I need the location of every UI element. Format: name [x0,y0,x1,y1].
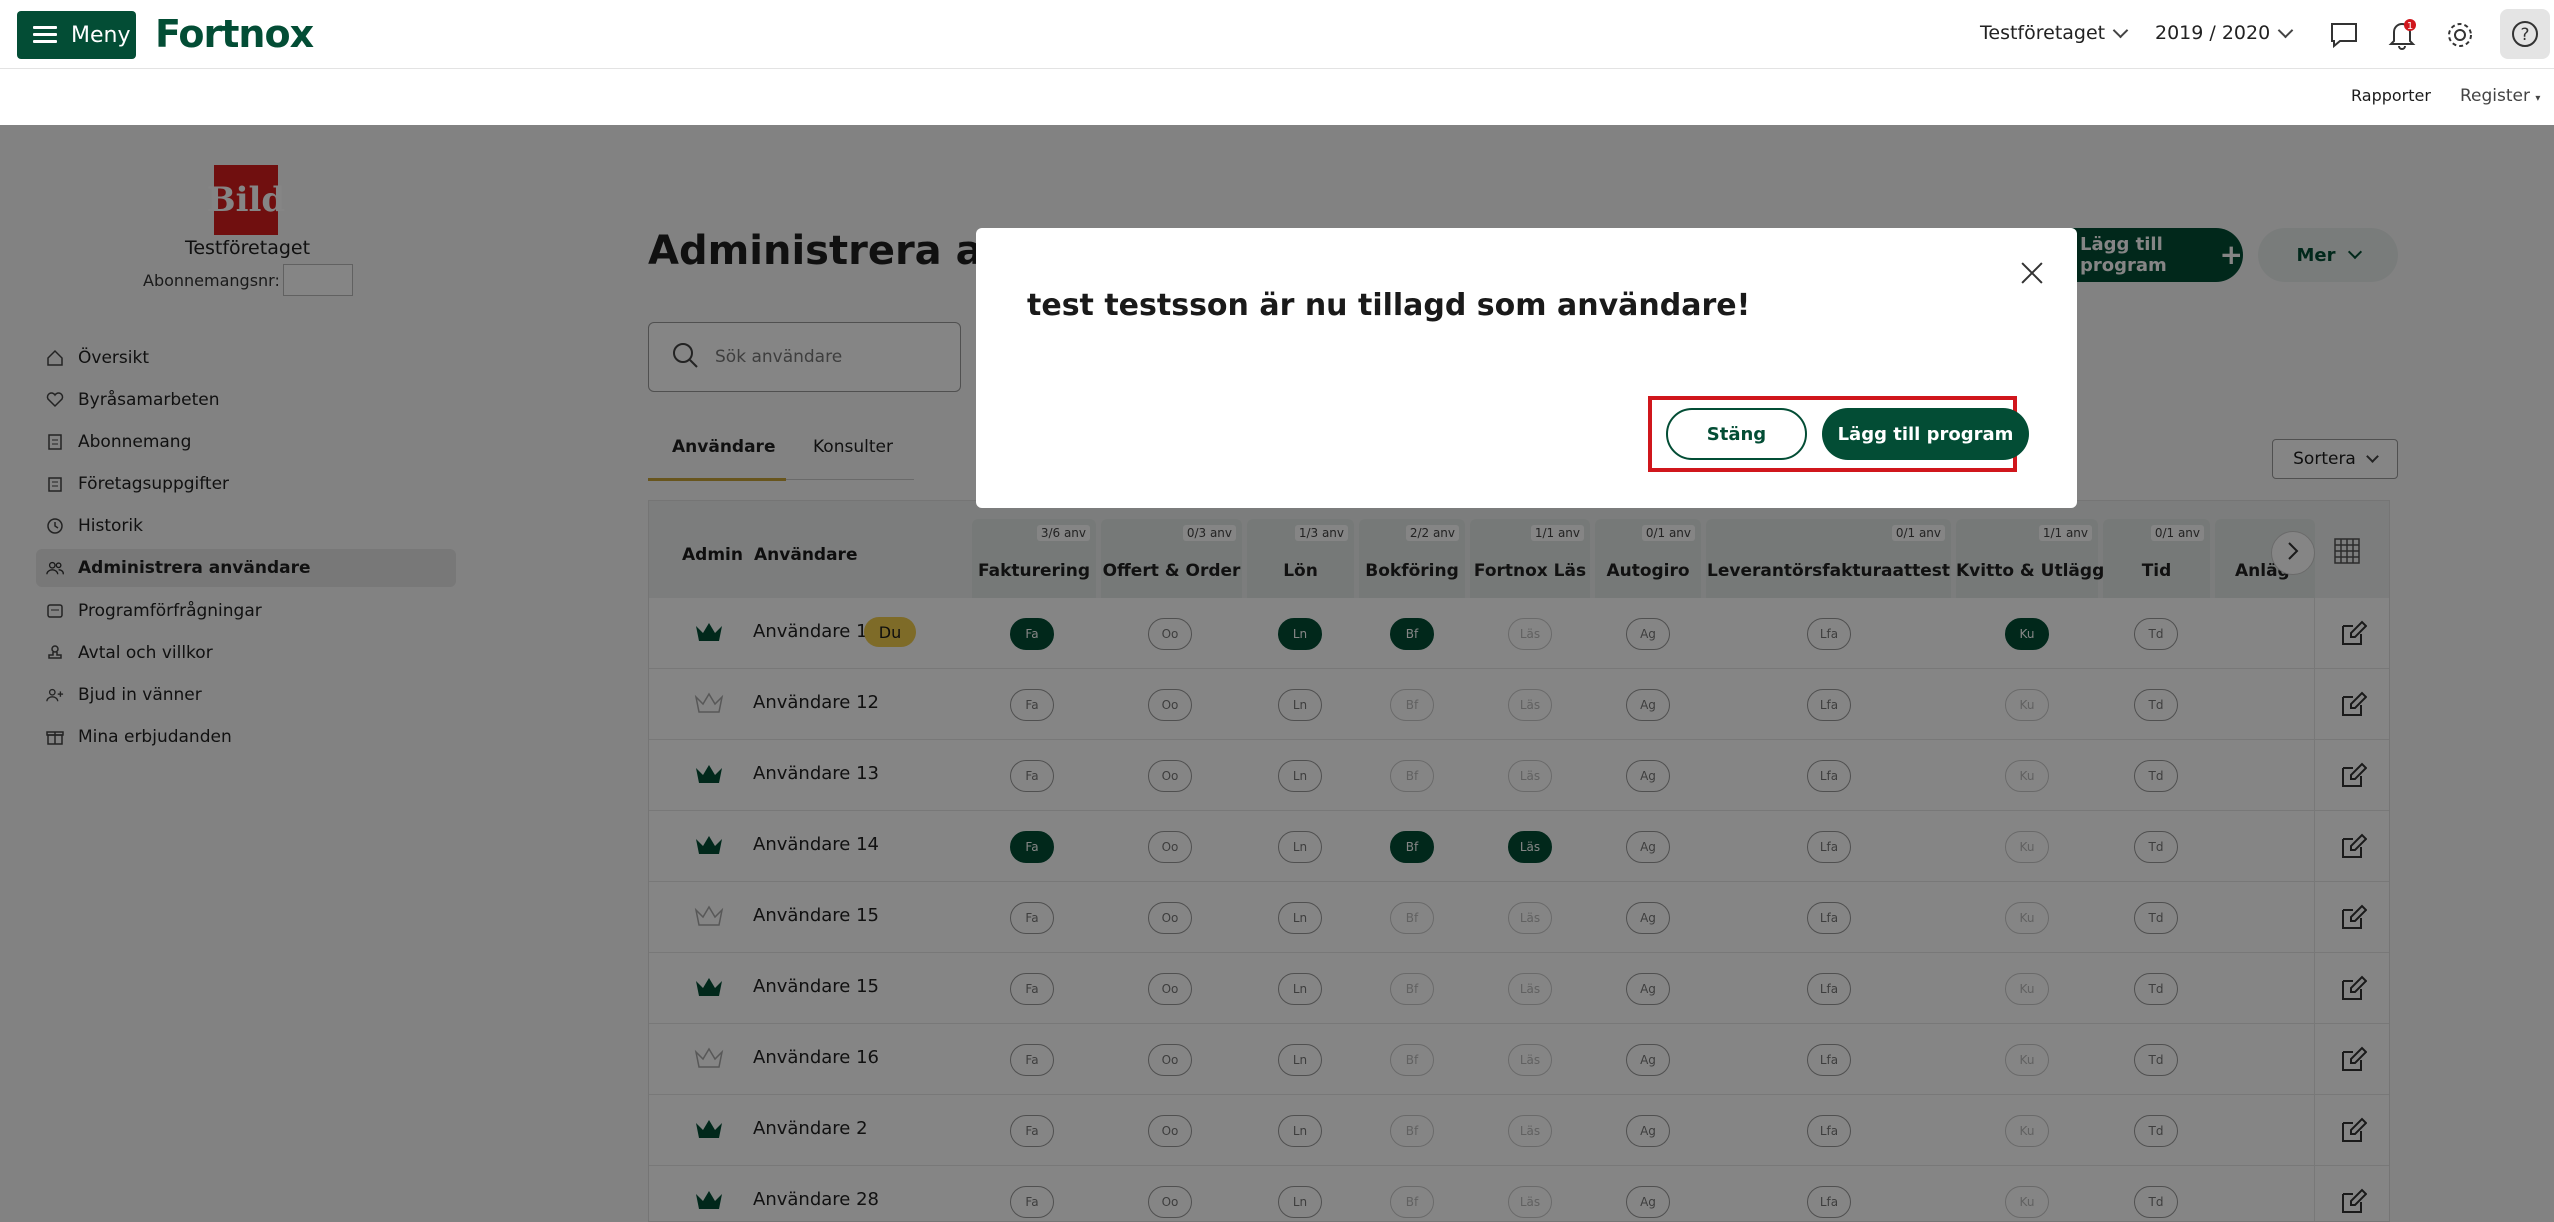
close-button[interactable]: Stäng [1666,408,1807,460]
menu-button-label: Meny [71,22,131,48]
reports-link[interactable]: Rapporter [2351,86,2431,105]
notification-count: 1 [2407,21,2413,32]
chevron-down-icon [2112,22,2129,38]
top-bar: Meny Fortnox Testföretaget 2019 / 2020 1… [0,0,2554,69]
bell-icon[interactable]: 1 [2384,17,2420,53]
fortnox-logo[interactable]: Fortnox [155,12,314,56]
dialog-message: test testsson är nu tillagd som användar… [1027,288,1751,323]
chevron-down-icon [2277,22,2294,38]
svg-text:?: ? [2520,25,2529,45]
hamburger-icon [33,26,57,44]
help-icon[interactable]: ? [2500,9,2550,59]
chat-icon[interactable] [2326,17,2362,53]
success-dialog: test testsson är nu tillagd som användar… [976,228,2077,508]
add-program-dialog-button[interactable]: Lägg till program [1822,408,2029,460]
gear-icon[interactable] [2442,17,2478,53]
year-selector[interactable]: 2019 / 2020 [2155,22,2294,44]
close-icon[interactable] [2020,261,2044,285]
sub-navigation [0,70,2554,125]
year-selector-label: 2019 / 2020 [2155,22,2271,44]
company-selector[interactable]: Testföretaget [1980,22,2129,44]
register-link[interactable]: Register ▾ [2460,86,2540,106]
menu-button[interactable]: Meny [17,11,136,59]
register-label: Register [2460,86,2530,106]
company-selector-label: Testföretaget [1980,22,2106,44]
